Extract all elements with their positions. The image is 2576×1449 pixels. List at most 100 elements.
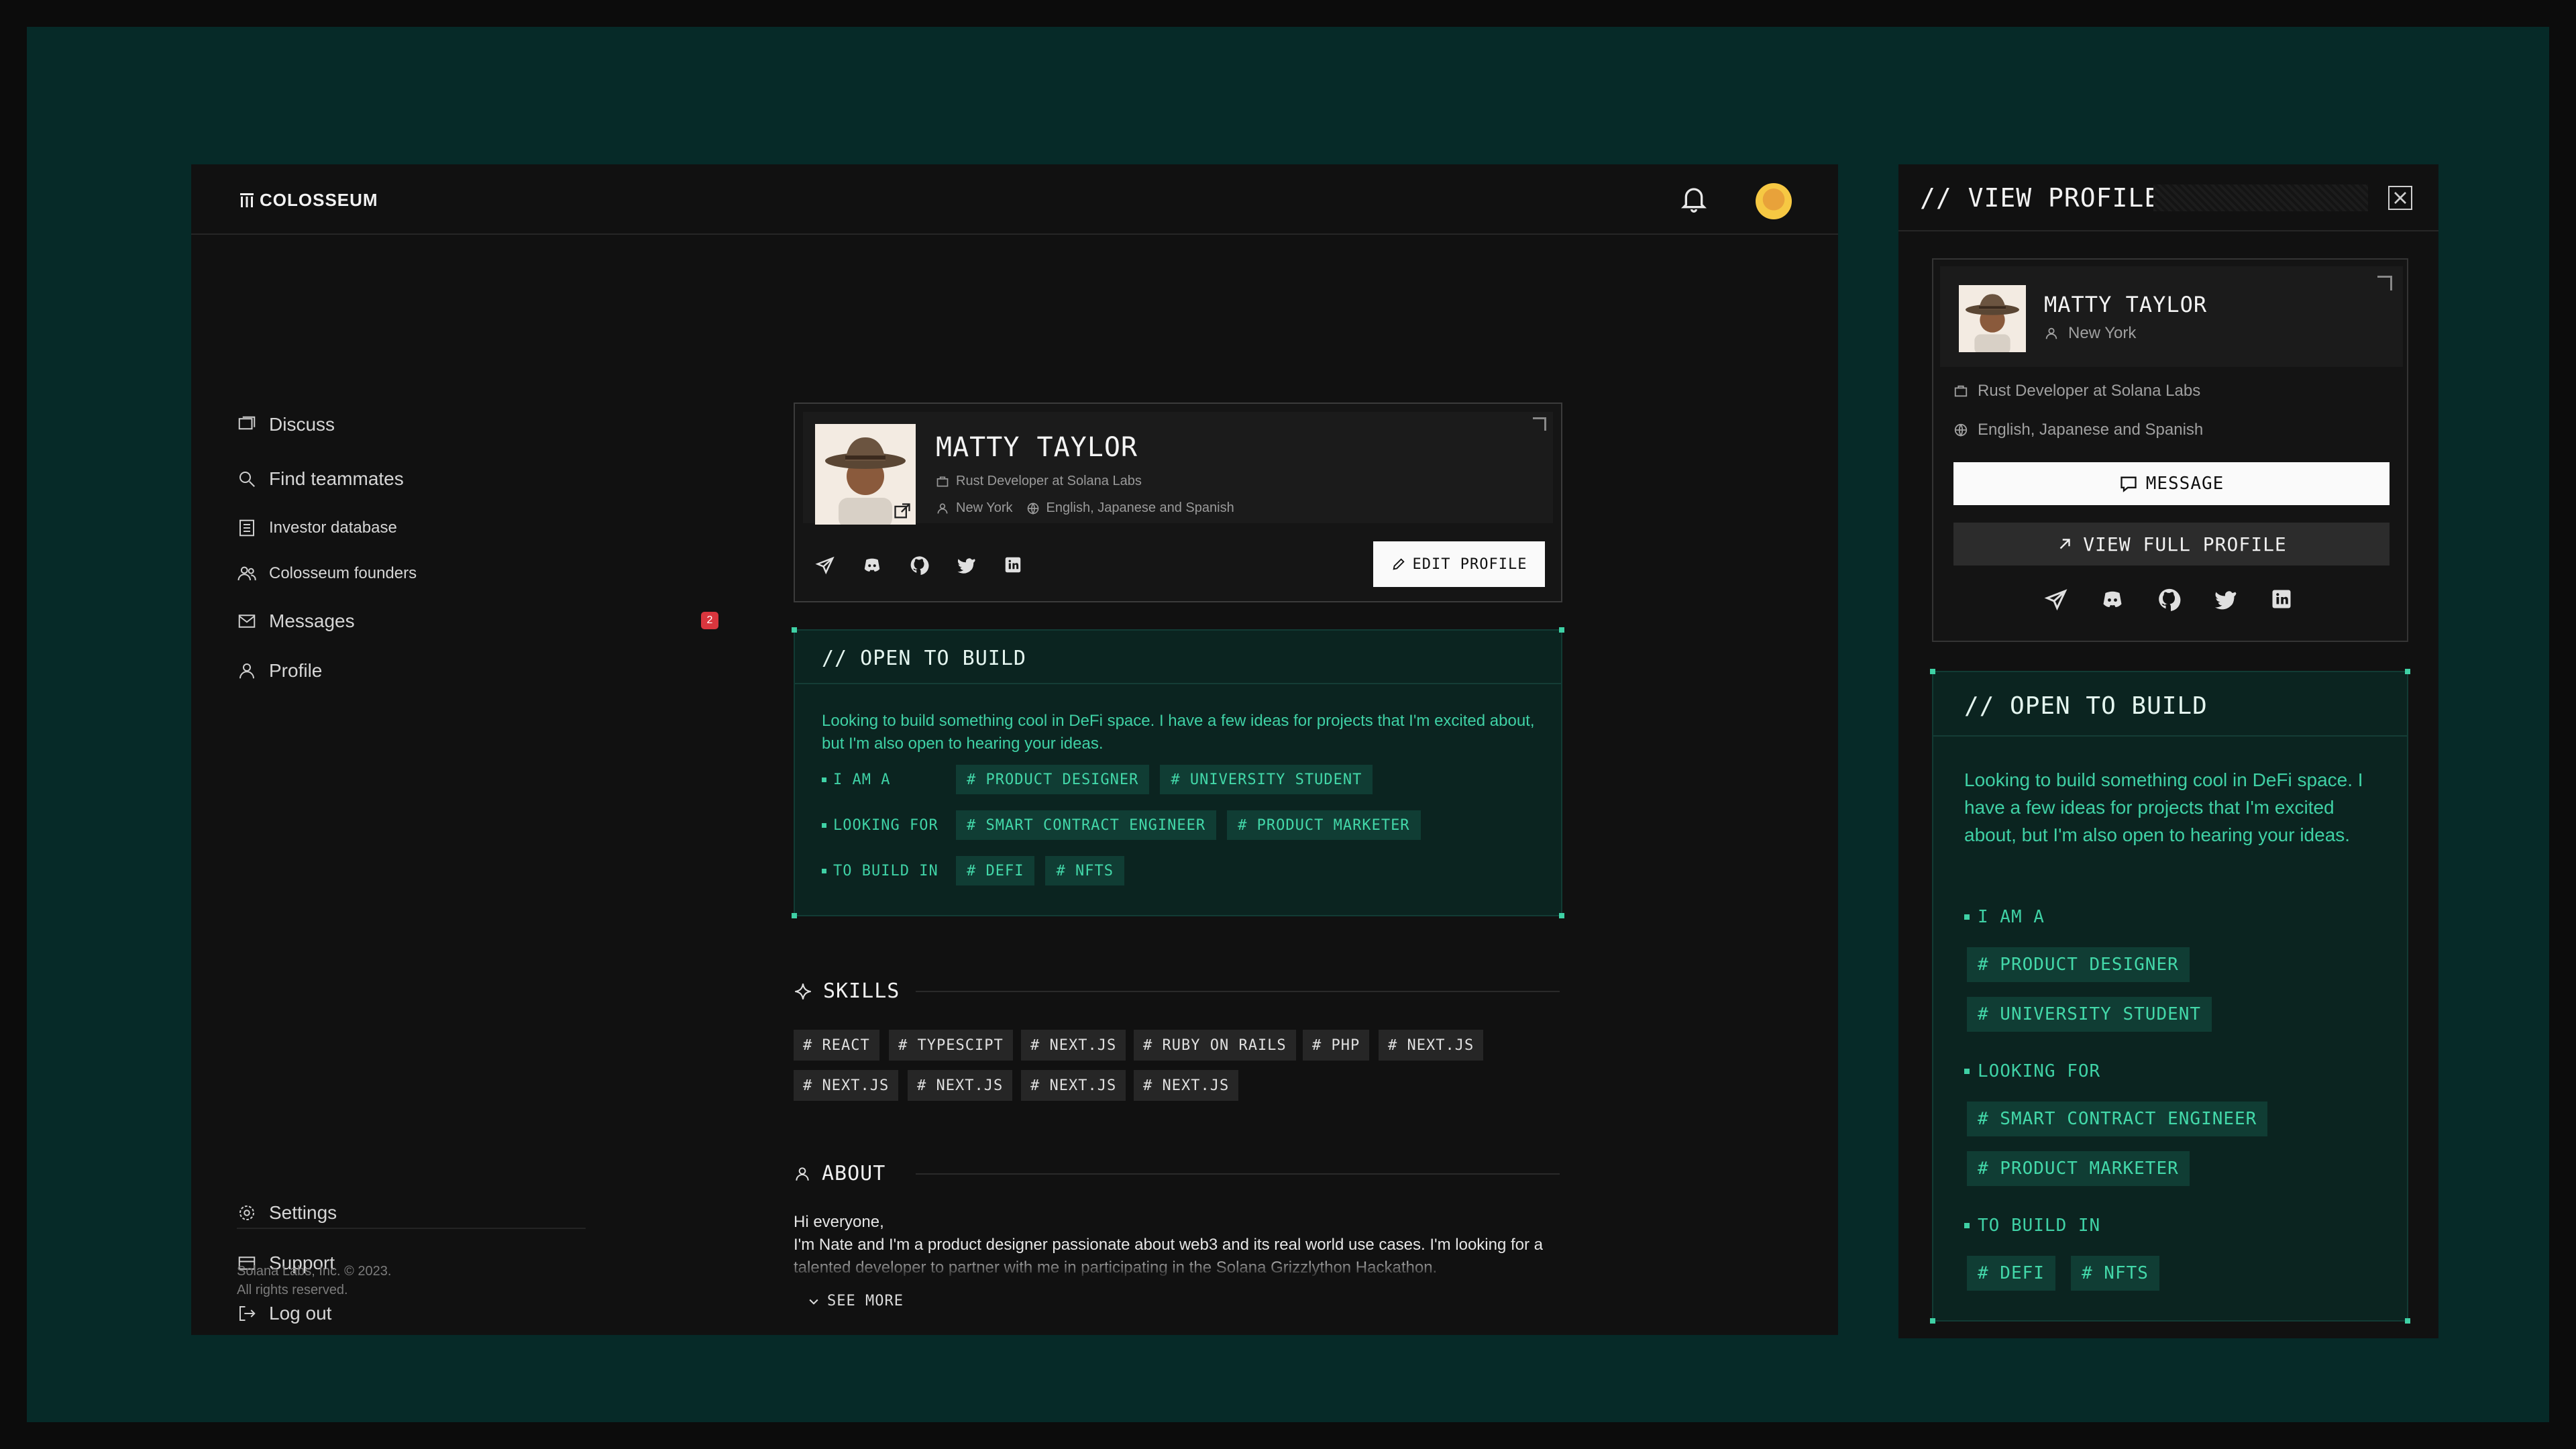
twitter-icon[interactable] [956,555,976,575]
tag[interactable]: # DEFI [1967,1256,2055,1291]
sidebar-item-investor-database[interactable]: Investor database [237,515,397,541]
otb-row-looking-for: LOOKING FOR # SMART CONTRACT ENGINEER # … [822,810,1432,840]
skill-tag[interactable]: # REACT [794,1030,879,1061]
about-title: ABOUT [822,1162,886,1185]
copyright-line: Solana Labs, Inc. © 2023. [237,1264,392,1279]
sidebar-item-logout[interactable]: Log out [237,1300,331,1327]
otb-row-to-build-in: TO BUILD IN # DEFI # NFTS [822,856,1135,885]
skill-tag[interactable]: # NEXT.JS [908,1070,1013,1101]
tag[interactable]: # DEFI [956,856,1035,885]
bullet [822,868,826,873]
briefcase-icon [936,476,949,486]
tag[interactable]: # PRODUCT MARKETER [1227,810,1421,840]
telegram-icon[interactable] [815,555,835,575]
view-full-profile-button[interactable]: VIEW FULL PROFILE [1953,523,2390,566]
sidebar-item-label: Colosseum founders [269,564,417,582]
corner-dot [792,913,797,918]
panel-languages-text: English, Japanese and Spanish [1978,421,2204,439]
close-button[interactable] [2388,186,2412,210]
pencil-icon [1393,558,1405,570]
corner-decoration [1533,417,1546,431]
linkedin-icon[interactable] [2269,587,2294,611]
app-window: COLOSSEUM Discuss Find teammates Investo… [191,164,1838,1335]
tag[interactable]: # PRODUCT MARKETER [1967,1151,2190,1186]
bullet [822,777,826,782]
github-icon[interactable] [909,555,929,575]
sidebar-item-label: Find teammates [269,468,404,489]
telegram-icon[interactable] [2044,587,2068,611]
corner-dot [792,627,797,633]
profile-location: New York [956,500,1013,515]
search-icon [239,472,255,487]
colosseum-logo-icon [240,193,254,207]
arrow-up-right-icon [2059,539,2070,549]
panel-row-label: LOOKING FOR [1964,1061,2100,1081]
tag[interactable]: # UNIVERSITY STUDENT [1967,997,2212,1032]
user-avatar[interactable] [1756,183,1792,219]
logout-icon [239,1306,256,1321]
skill-tag[interactable]: # NEXT.JS [794,1070,899,1101]
user-icon [796,1167,809,1181]
skill-tag[interactable]: # TYPESCIPT [889,1030,1013,1061]
sidebar-item-messages[interactable]: Messages [237,608,355,635]
profile-card: MATTY TAYLOR Rust Developer at Solana La… [794,402,1562,602]
sidebar-item-find-teammates[interactable]: Find teammates [237,466,404,492]
profile-role: Rust Developer at Solana Labs [936,474,1142,489]
sidebar-item-label: Settings [269,1202,337,1223]
tag[interactable]: # UNIVERSITY STUDENT [1160,765,1373,794]
see-more-button[interactable]: SEE MORE [807,1293,904,1309]
bell-icon[interactable] [1680,184,1707,214]
copyright-line: All rights reserved. [237,1283,348,1297]
copyright: Solana Labs, Inc. © 2023. All rights res… [237,1262,391,1299]
sidebar-item-settings[interactable]: Settings [237,1199,337,1226]
bullet [822,822,826,828]
sidebar-item-colosseum-founders[interactable]: Colosseum founders [237,560,417,587]
skill-tag[interactable]: # PHP [1303,1030,1370,1061]
see-more-label: SEE MORE [827,1293,904,1309]
skill-tag[interactable]: # RUBY ON RAILS [1134,1030,1296,1061]
corner-dot [2405,1318,2410,1324]
skill-tag[interactable]: # NEXT.JS [1379,1030,1484,1061]
tag[interactable]: # SMART CONTRACT ENGINEER [1967,1102,2268,1136]
skills-divider [916,991,1560,992]
top-bar: COLOSSEUM [191,164,1838,235]
panel-title: // VIEW PROFILE [1920,183,2161,213]
sidebar-item-profile[interactable]: Profile [237,657,322,684]
skill-tag[interactable]: # NEXT.JS [1021,1030,1126,1061]
github-icon[interactable] [2157,587,2181,611]
message-button[interactable]: MESSAGE [1953,462,2390,505]
sidebar-item-discuss[interactable]: Discuss [237,411,335,438]
skill-tag[interactable]: # NEXT.JS [1021,1070,1126,1101]
skill-tag[interactable]: # NEXT.JS [1134,1070,1239,1101]
close-icon [2394,192,2406,204]
row-label: TO BUILD IN [833,862,938,879]
chevron-down-icon [809,1299,818,1305]
linkedin-icon[interactable] [1003,555,1023,575]
panel-profile-photo [1959,285,2026,352]
panel-profile-name: MATTY TAYLOR [2044,292,2208,317]
external-link-icon[interactable] [893,502,912,521]
panel-location-text: New York [2068,324,2137,342]
panel-open-to-build-description: Looking to build something cool in DeFi … [1964,769,2363,845]
hatch-decoration [2153,184,2368,211]
tag[interactable]: # SMART CONTRACT ENGINEER [956,810,1217,840]
person-icon [937,503,948,514]
sidebar-divider [237,1228,586,1229]
discord-icon[interactable] [2100,587,2125,611]
tag[interactable]: # NFTS [2071,1256,2159,1291]
tag[interactable]: # NFTS [1045,856,1124,885]
user-icon [239,663,254,679]
panel-profile-location: New York [2044,324,2136,343]
discord-icon[interactable] [862,555,882,575]
message-label: MESSAGE [2145,474,2224,494]
twitter-icon[interactable] [2213,587,2237,611]
tag[interactable]: # PRODUCT DESIGNER [956,765,1150,794]
corner-dot [2405,669,2410,674]
messages-count-badge: 2 [701,612,718,629]
profile-meta-row: New York English, Japanese and Spanish [936,500,1234,516]
edit-profile-button[interactable]: EDIT PROFILE [1373,541,1545,587]
briefcase-icon [1954,385,1968,397]
brand-logo[interactable]: COLOSSEUM [239,190,378,211]
row-label: LOOKING FOR [1978,1061,2101,1081]
tag[interactable]: # PRODUCT DESIGNER [1967,947,2190,982]
